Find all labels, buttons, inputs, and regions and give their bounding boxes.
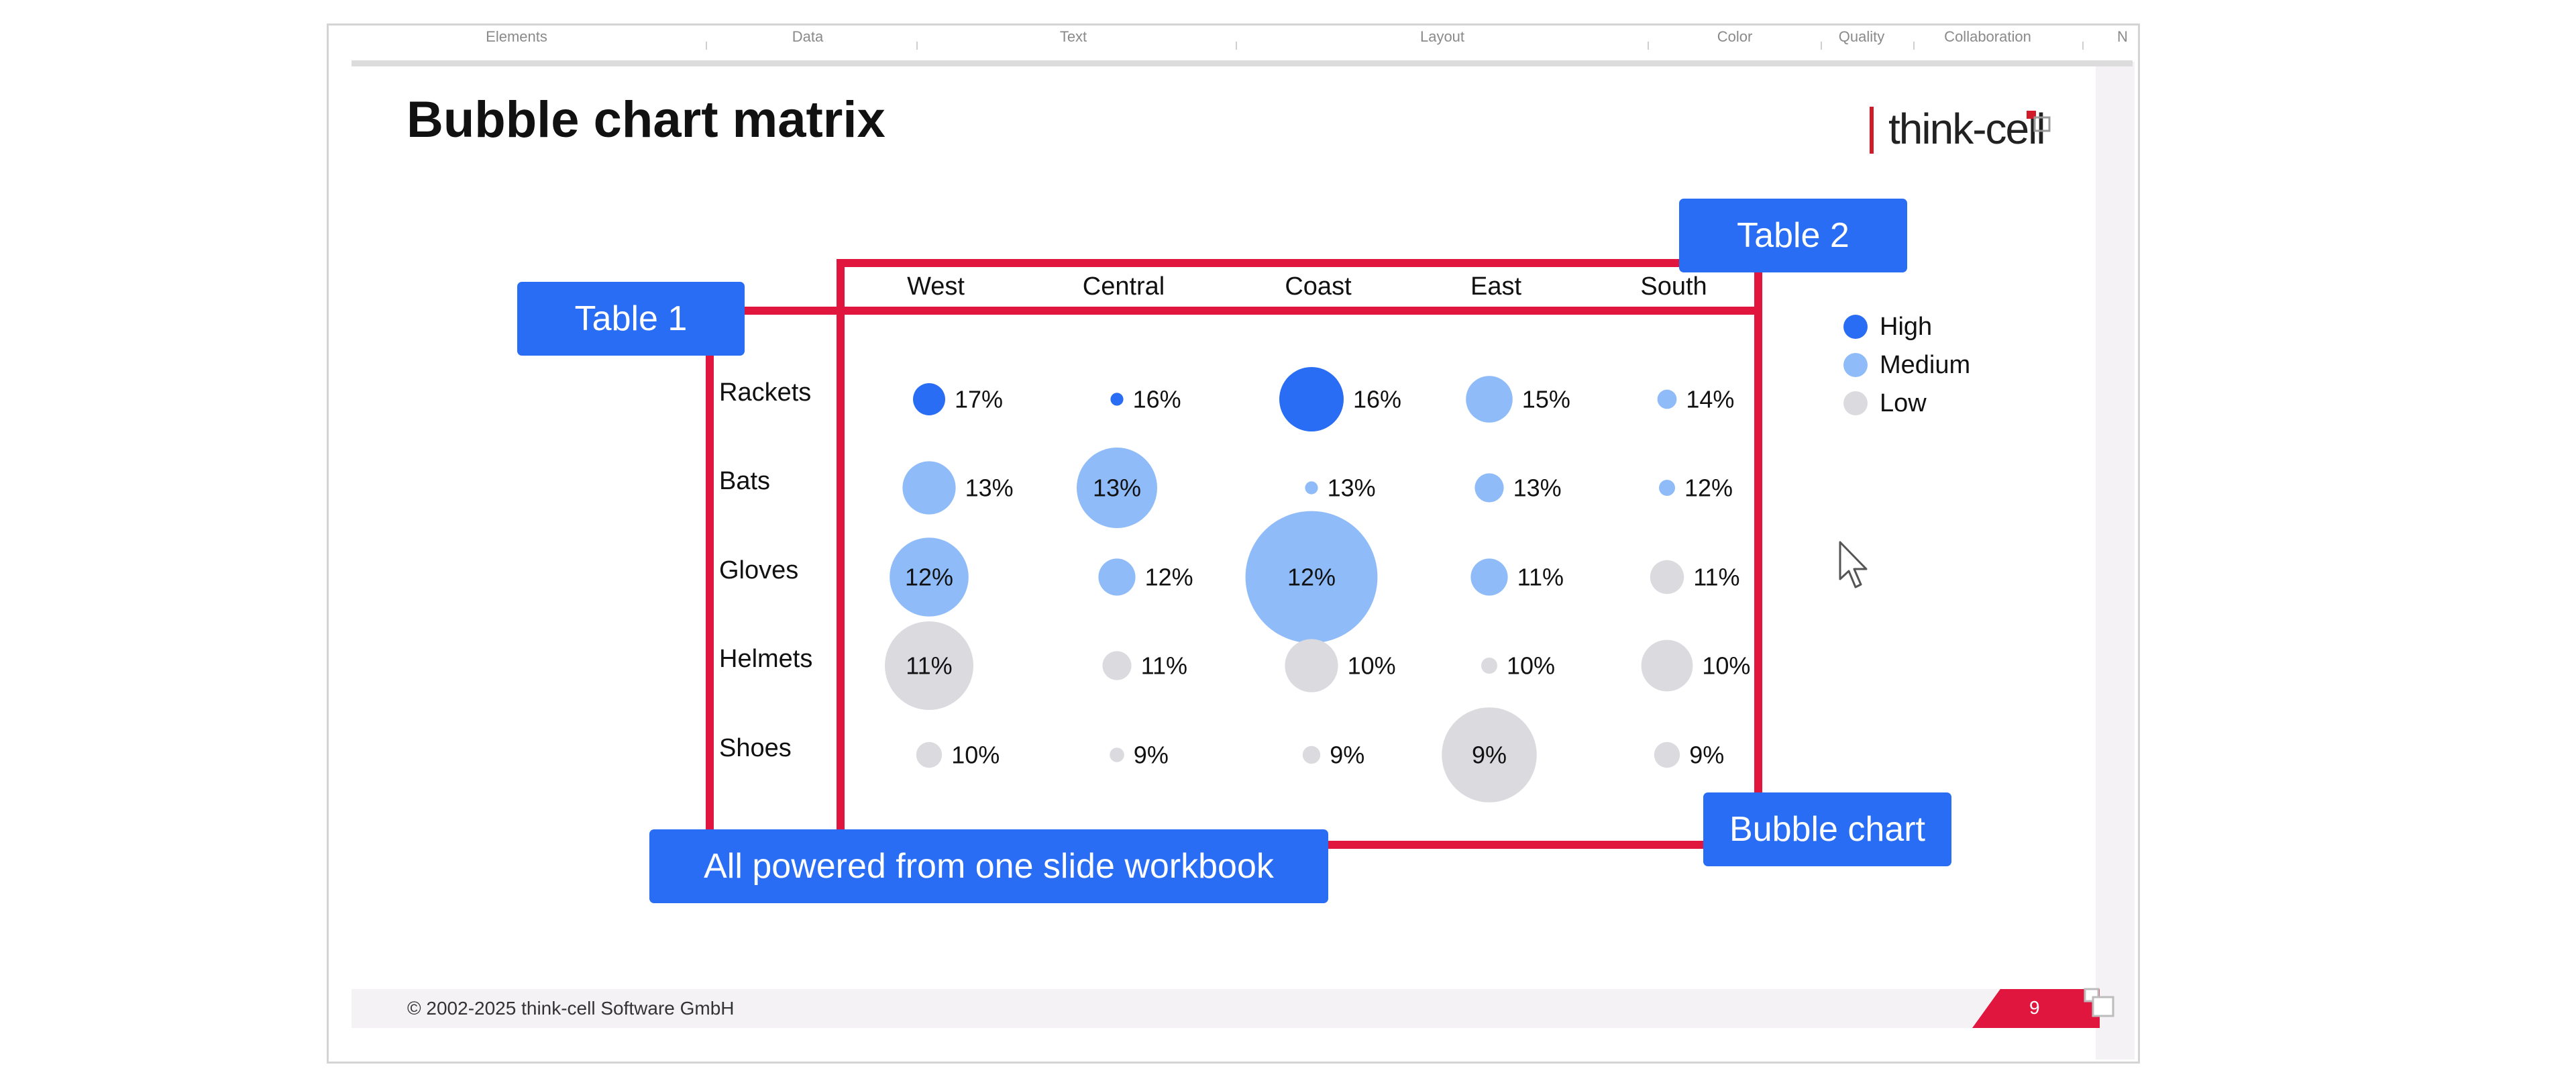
- data-label: 13%: [965, 474, 1014, 502]
- column-header-coast: Coast: [1285, 272, 1352, 301]
- data-label: 12%: [1145, 564, 1193, 591]
- data-label: 10%: [1507, 652, 1555, 680]
- bubble[interactable]: [1110, 748, 1124, 762]
- data-label: 9%: [1134, 741, 1169, 769]
- bubble[interactable]: [916, 741, 943, 768]
- think-cell-corner-icon[interactable]: [2082, 986, 2117, 1021]
- data-label: 10%: [1702, 652, 1750, 680]
- bubble[interactable]: [1302, 745, 1321, 764]
- data-label: 10%: [1348, 652, 1396, 680]
- data-label: 10%: [951, 741, 1000, 769]
- bubble[interactable]: [1659, 480, 1675, 496]
- data-label: 11%: [1517, 564, 1564, 591]
- bubble[interactable]: [1650, 560, 1684, 595]
- data-label: 12%: [1287, 564, 1336, 591]
- data-label: 12%: [905, 564, 953, 591]
- column-header-south: South: [1640, 272, 1707, 301]
- column-header-west: West: [907, 272, 965, 301]
- data-label: 9%: [1472, 741, 1507, 769]
- bubble-chart: West Central Coast East South Rackets Bats Glov…: [719, 272, 1970, 803]
- data-label: 13%: [1328, 474, 1376, 502]
- row-label-rackets: Rackets: [719, 378, 811, 407]
- bubble[interactable]: [1285, 639, 1338, 692]
- page-number: 9: [2029, 997, 2040, 1018]
- bubble[interactable]: [902, 461, 956, 515]
- data-label: 14%: [1686, 386, 1734, 413]
- footer-copyright: © 2002-2025 think-cell Software GmbH: [407, 998, 735, 1019]
- bubble[interactable]: [1098, 558, 1136, 596]
- table2-callout: Table 2: [1679, 199, 1907, 272]
- bubble[interactable]: [1657, 389, 1677, 409]
- bubble[interactable]: [1470, 558, 1508, 596]
- legend-swatch-low: [1843, 391, 1868, 415]
- data-label: 16%: [1353, 386, 1401, 413]
- bubble-chart-callout: Bubble chart: [1703, 792, 1951, 866]
- column-header-central: Central: [1083, 272, 1165, 301]
- bubble[interactable]: [1481, 658, 1497, 674]
- table1-callout: Table 1: [517, 282, 745, 356]
- data-label: 11%: [906, 652, 952, 680]
- mouse-cursor-icon: [1839, 541, 1868, 588]
- row-label-helmets: Helmets: [719, 645, 812, 673]
- data-label: 17%: [955, 386, 1003, 413]
- bubble[interactable]: [1110, 393, 1124, 406]
- data-label: 13%: [1093, 474, 1141, 502]
- legend-label-high: High: [1880, 313, 1932, 341]
- row-label-bats: Bats: [719, 467, 770, 495]
- bubble[interactable]: [913, 383, 945, 415]
- bubble[interactable]: [1654, 741, 1680, 768]
- bubble[interactable]: [1102, 651, 1132, 680]
- row-label-gloves: Gloves: [719, 556, 798, 584]
- data-label: 15%: [1522, 386, 1570, 413]
- data-label: 11%: [1141, 652, 1187, 680]
- workbook-callout: All powered from one slide workbook: [649, 829, 1328, 903]
- legend-label-medium: Medium: [1880, 351, 1970, 379]
- bubble[interactable]: [1279, 367, 1344, 431]
- bubble[interactable]: [1305, 481, 1318, 495]
- data-label: 9%: [1689, 741, 1724, 769]
- data-label: 11%: [1693, 564, 1739, 591]
- legend-label-low: Low: [1880, 389, 1927, 417]
- column-header-east: East: [1470, 272, 1521, 301]
- data-label: 9%: [1330, 741, 1364, 769]
- bubble[interactable]: [1641, 639, 1693, 692]
- data-label: 16%: [1133, 386, 1181, 413]
- row-label-shoes: Shoes: [719, 734, 792, 762]
- legend-swatch-medium: [1843, 353, 1868, 377]
- bubble[interactable]: [1466, 376, 1513, 423]
- legend-swatch-high: [1843, 315, 1868, 339]
- data-label: 12%: [1684, 474, 1733, 502]
- data-label: 13%: [1513, 474, 1562, 502]
- bubble[interactable]: [1474, 473, 1504, 503]
